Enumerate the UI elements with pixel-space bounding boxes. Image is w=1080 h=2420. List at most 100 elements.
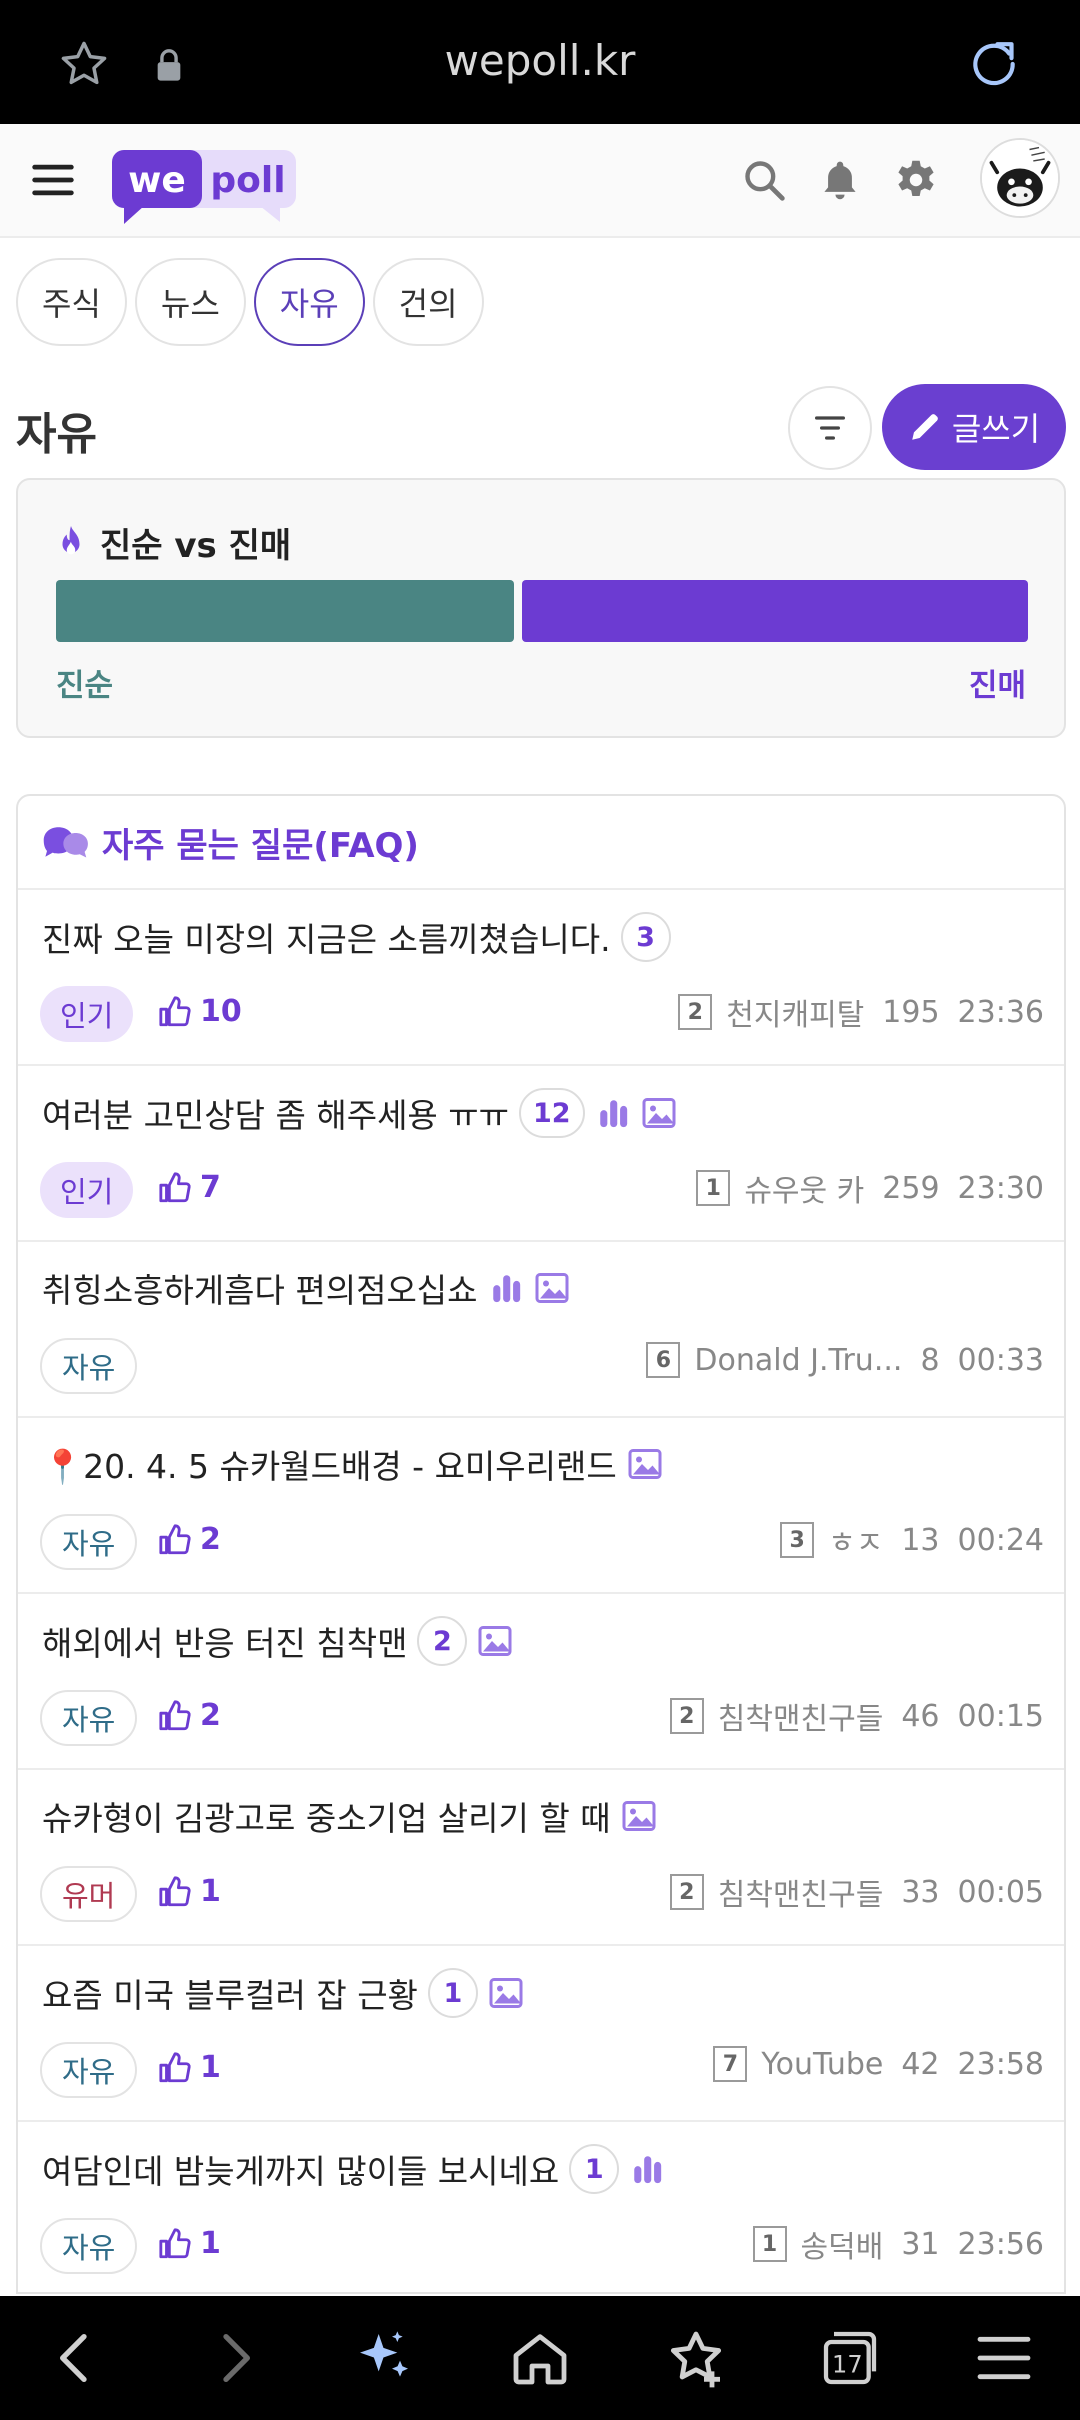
pencil-icon <box>912 414 938 440</box>
site-header: we poll <box>0 124 1080 238</box>
post-time: 23:36 <box>957 994 1044 1030</box>
post-item[interactable]: 취힝소흥하게흠다 편의점오십쇼 자유 6 Donald J.Tru... 8 0… <box>18 1242 1064 1418</box>
post-time: 00:05 <box>957 1874 1044 1910</box>
forward-icon[interactable] <box>202 2326 266 2390</box>
like-count: 7 <box>200 1170 221 1205</box>
post-meta-right: 6 Donald J.Tru... 8 00:33 <box>646 1342 1044 1378</box>
tab-suggestions[interactable]: 건의 <box>372 258 484 346</box>
post-title-row: 진짜 오늘 미장의 지금은 소름끼쳤습니다. 3 <box>42 912 671 962</box>
notification-bell-icon[interactable] <box>818 158 862 202</box>
thumbs-up-icon <box>159 1875 191 1906</box>
post-item[interactable]: 요즘 미국 블루컬러 잡 근황 1 자유 1 7 YouTube 42 23:5… <box>18 1946 1064 2122</box>
speech-bubbles-icon <box>43 827 88 858</box>
post-list: 자주 묻는 질문(FAQ) 진짜 오늘 미장의 지금은 소름끼쳤습니다. 3 인… <box>16 794 1066 2294</box>
author-name[interactable]: Donald J.Tru... <box>694 1343 902 1378</box>
post-item[interactable]: 여러분 고민상담 좀 해주세용 ㅠㅠ 12 인기 7 1 슈우웃 카 259 2… <box>18 1066 1064 1242</box>
image-icon <box>489 1978 523 2008</box>
thumbs-up-icon <box>159 1171 191 1202</box>
author-name[interactable]: 침착맨친구들 <box>718 1694 884 1738</box>
post-title-row: 여러분 고민상담 좀 해주세용 ㅠㅠ 12 <box>42 1088 677 1138</box>
post-meta: 자유 2 3 ㅎㅈ 13 00:24 <box>40 1514 1044 1570</box>
post-meta: 자유 2 2 침착맨친구들 46 00:15 <box>40 1690 1044 1746</box>
like-count: 1 <box>200 2226 221 2261</box>
author-level-badge: 2 <box>669 1874 704 1910</box>
back-icon[interactable] <box>44 2326 108 2390</box>
post-tag[interactable]: 자유 <box>40 2042 138 2098</box>
category-tabs: 주식 뉴스 자유 건의 <box>16 258 484 346</box>
author-level-badge: 2 <box>678 994 713 1030</box>
author-level-badge: 6 <box>646 1342 681 1378</box>
author-name[interactable]: 침착맨친구들 <box>718 1870 884 1914</box>
tab-news[interactable]: 뉴스 <box>134 258 246 346</box>
home-icon[interactable] <box>508 2326 572 2390</box>
post-item[interactable]: 📍20. 4. 5 슈카월드배경 - 요미우리랜드 자유 2 3 ㅎㅈ 13 0… <box>18 1418 1064 1594</box>
reload-icon[interactable] <box>966 36 1022 92</box>
author-level-badge: 7 <box>713 2046 748 2082</box>
tab-stocks[interactable]: 주식 <box>16 258 127 346</box>
post-meta: 자유 6 Donald J.Tru... 8 00:33 <box>40 1338 1044 1394</box>
image-icon <box>535 1273 569 1303</box>
post-tag[interactable]: 자유 <box>40 2218 138 2274</box>
likes: 10 <box>158 994 242 1029</box>
tab-count: 17 <box>832 2351 863 2379</box>
post-tag[interactable]: 인기 <box>40 1162 134 1218</box>
view-count: 46 <box>901 1698 940 1734</box>
write-post-button[interactable]: 글쓰기 <box>882 384 1066 470</box>
image-icon <box>642 1098 676 1128</box>
view-count: 31 <box>901 2226 940 2262</box>
post-time: 23:58 <box>957 2046 1044 2082</box>
post-tag[interactable]: 자유 <box>40 1514 138 1570</box>
browser-menu-icon[interactable] <box>972 2326 1036 2390</box>
author-name[interactable]: 천지캐피탈 <box>726 990 864 1034</box>
post-tag[interactable]: 자유 <box>40 1338 138 1394</box>
browser-bottom-nav: 17 <box>0 2296 1080 2420</box>
poll-bar-left[interactable] <box>56 580 514 642</box>
likes: 2 <box>158 1698 221 1733</box>
post-item[interactable]: 여담인데 밤늦게까지 많이들 보시네요 1 자유 1 1 송덕배 31 23:5… <box>18 2122 1064 2292</box>
poll-card: 진순 vs 진매 진순 진매 <box>16 478 1066 738</box>
settings-gear-icon[interactable] <box>894 158 938 202</box>
wepoll-logo[interactable]: we poll <box>110 146 298 226</box>
author-level-badge: 3 <box>780 1522 815 1558</box>
like-count: 2 <box>200 1522 221 1557</box>
tabs-icon[interactable]: 17 <box>818 2326 882 2390</box>
post-title-row: 요즘 미국 블루컬러 잡 근황 1 <box>42 1968 524 2018</box>
post-title-row: 슈카형이 김광고로 중소기업 살리기 할 때 <box>42 1792 657 1840</box>
thumbs-up-icon <box>159 1523 191 1554</box>
image-icon <box>478 1626 512 1656</box>
poll-chart-icon <box>599 1100 627 1128</box>
post-item[interactable]: 해외에서 반응 터진 침착맨 2 자유 2 2 침착맨친구들 46 00:15 <box>18 1594 1064 1770</box>
post-tag[interactable]: 유머 <box>40 1866 138 1922</box>
sparkle-ai-icon[interactable] <box>352 2326 416 2390</box>
likes: 1 <box>158 2226 221 2261</box>
like-count: 1 <box>200 1874 221 1909</box>
author-name[interactable]: ㅎㅈ <box>828 1518 883 1562</box>
view-count: 195 <box>882 994 940 1030</box>
post-title-row: 여담인데 밤늦게까지 많이들 보시네요 1 <box>42 2144 665 2194</box>
post-meta-right: 2 침착맨친구들 33 00:05 <box>669 1870 1044 1914</box>
post-tag[interactable]: 인기 <box>40 986 134 1042</box>
author-name[interactable]: 슈우웃 카 <box>744 1166 864 1210</box>
poll-bar-right[interactable] <box>522 580 1028 642</box>
filter-icon <box>815 416 845 440</box>
post-item[interactable]: 슈카형이 김광고로 중소기업 살리기 할 때 유머 1 2 침착맨친구들 33 … <box>18 1770 1064 1946</box>
search-icon[interactable] <box>742 158 786 202</box>
user-avatar[interactable] <box>980 138 1060 218</box>
filter-button[interactable] <box>788 386 872 470</box>
bookmarks-icon[interactable] <box>664 2326 728 2390</box>
view-count: 13 <box>901 1522 940 1558</box>
post-title: 요즘 미국 블루컬러 잡 근황 <box>42 1976 418 2015</box>
post-tag[interactable]: 자유 <box>40 1690 138 1746</box>
hamburger-menu-icon[interactable] <box>30 158 76 202</box>
author-name[interactable]: YouTube <box>761 2047 883 2082</box>
tab-free[interactable]: 자유 <box>253 258 365 346</box>
faq-header[interactable]: 자주 묻는 질문(FAQ) <box>18 796 1064 890</box>
post-item[interactable]: 진짜 오늘 미장의 지금은 소름끼쳤습니다. 3 인기 10 2 천지캐피탈 1… <box>18 890 1064 1066</box>
faq-label: 자주 묻는 질문(FAQ) <box>102 825 419 866</box>
browser-top-bar: wepoll.kr <box>0 0 1080 124</box>
author-name[interactable]: 송덕배 <box>801 2222 884 2266</box>
url-bar[interactable]: wepoll.kr <box>0 36 1080 85</box>
view-count: 42 <box>901 2046 940 2082</box>
post-time: 00:24 <box>957 1522 1044 1558</box>
post-title: 슈카형이 김광고로 중소기업 살리기 할 때 <box>42 1799 611 1838</box>
